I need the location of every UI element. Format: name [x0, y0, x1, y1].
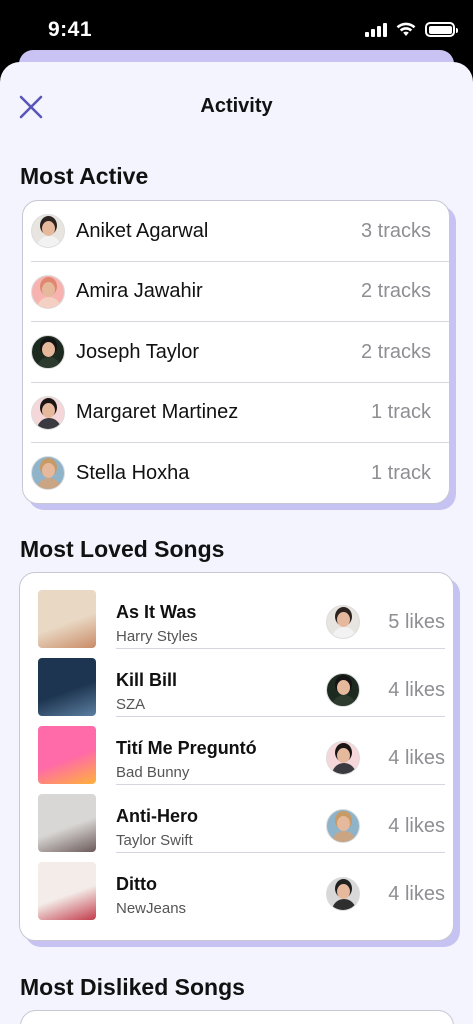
sheet-title: Activity	[200, 95, 273, 117]
most-active-heading: Most Active	[20, 163, 149, 189]
avatar	[326, 605, 360, 639]
album-cover	[38, 590, 96, 648]
album-cover	[38, 862, 96, 920]
avatar	[31, 214, 65, 249]
avatar	[326, 673, 360, 707]
liker-avatar	[326, 741, 360, 775]
user-name: Margaret Martinez	[76, 401, 239, 424]
song-title: Kill Bill	[116, 670, 178, 690]
most-loved-card: As It Was Harry Styles 5 likes Kill Bill SZA…	[19, 572, 454, 941]
like-count: 4 likes	[388, 747, 445, 769]
song-row[interactable]: As It Was Harry Styles 5 likes	[20, 581, 453, 649]
avatar	[31, 395, 65, 430]
song-artist: SZA	[116, 696, 146, 713]
song-artist: Bad Bunny	[116, 764, 190, 781]
track-count: 2 tracks	[360, 340, 431, 363]
album-cover	[38, 658, 96, 716]
user-row[interactable]: Margaret Martinez 1 track	[23, 383, 449, 443]
song-artist: Taylor Swift	[116, 832, 193, 849]
wifi-icon	[396, 22, 416, 36]
track-count: 1 track	[370, 401, 431, 424]
most-disliked-heading: Most Disliked Songs	[20, 974, 245, 1000]
like-count: 4 likes	[388, 815, 445, 837]
activity-sheet: Activity Most Active Aniket Agarwal 3 tra…	[0, 62, 473, 1024]
most-active-card: Aniket Agarwal 3 tracks Amira Jawahir 2 tra…	[22, 200, 450, 504]
song-title: As It Was	[116, 602, 197, 622]
track-count: 2 tracks	[360, 280, 431, 303]
user-name: Amira Jawahir	[76, 280, 203, 303]
album-cover	[38, 726, 96, 784]
user-row[interactable]: Amira Jawahir 2 tracks	[23, 262, 449, 322]
song-row[interactable]: Kill Bill SZA 4 likes	[20, 649, 453, 717]
avatar	[326, 877, 360, 911]
user-name: Joseph Taylor	[76, 340, 200, 363]
status-icons	[365, 22, 458, 37]
sheet-header: Activity	[0, 62, 473, 152]
song-title: Anti-Hero	[116, 806, 198, 826]
song-title: Tití Me Preguntó	[116, 738, 257, 758]
user-row[interactable]: Stella Hoxha 1 track	[23, 443, 449, 503]
avatar	[326, 741, 360, 775]
cellular-signal-icon	[365, 22, 387, 37]
track-count: 3 tracks	[360, 219, 431, 242]
like-count: 5 likes	[388, 611, 445, 633]
album-cover	[38, 794, 96, 852]
avatar	[31, 335, 65, 370]
like-count: 4 likes	[388, 679, 445, 701]
like-count: 4 likes	[388, 883, 445, 905]
user-name: Stella Hoxha	[76, 461, 190, 484]
liker-avatar	[326, 809, 360, 843]
user-row[interactable]: Aniket Agarwal 3 tracks	[23, 201, 449, 262]
liker-avatar	[326, 673, 360, 707]
user-name: Aniket Agarwal	[76, 219, 209, 242]
song-row[interactable]: Tití Me Preguntó Bad Bunny 4 likes	[20, 717, 453, 785]
most-disliked-card	[20, 1010, 454, 1024]
liker-avatar	[326, 877, 360, 911]
song-row[interactable]: Anti-Hero Taylor Swift 4 likes	[20, 785, 453, 853]
song-artist: NewJeans	[116, 900, 187, 917]
avatar	[326, 809, 360, 843]
user-row[interactable]: Joseph Taylor 2 tracks	[23, 322, 449, 383]
status-time: 9:41	[48, 18, 93, 41]
track-count: 1 track	[370, 461, 431, 484]
song-title: Ditto	[116, 874, 157, 894]
most-loved-heading: Most Loved Songs	[20, 536, 225, 562]
liker-avatar	[326, 605, 360, 639]
avatar	[31, 274, 65, 309]
song-row[interactable]: Ditto NewJeans 4 likes	[20, 853, 453, 921]
battery-icon	[425, 22, 458, 37]
song-artist: Harry Styles	[116, 628, 198, 645]
avatar	[31, 456, 65, 491]
